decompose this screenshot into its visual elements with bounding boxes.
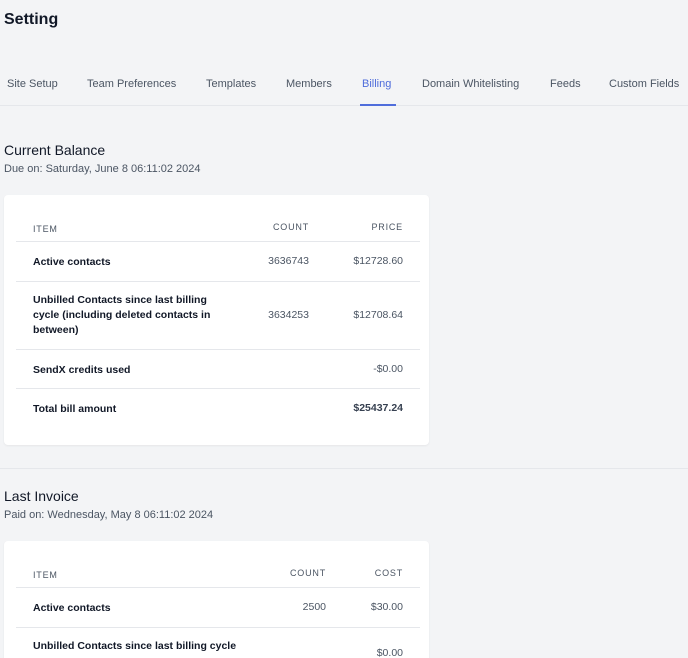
column-header-item: ITEM xyxy=(33,224,58,234)
column-header-count: COUNT xyxy=(273,222,309,232)
table-row: SendX credits used -$0.00 xyxy=(16,350,420,389)
last-invoice-title: Last Invoice xyxy=(4,488,79,504)
total-label: Total bill amount xyxy=(33,403,117,415)
page-title: Setting xyxy=(4,11,59,28)
item-price: $12708.64 xyxy=(353,309,403,321)
table-header-row: ITEM COUNT PRICE xyxy=(16,195,420,242)
item-cost: $30.00 xyxy=(370,601,403,613)
last-invoice-card: ITEM COUNT COST Active contacts 2500 $30… xyxy=(4,541,429,658)
item-count: 3636743 xyxy=(268,255,309,267)
item-name: Active contacts xyxy=(33,602,111,614)
table-header-row: ITEM COUNT COST xyxy=(16,541,420,588)
tab-custom-fields[interactable]: Custom Fields xyxy=(609,78,679,90)
last-invoice-paid-date: Paid on: Wednesday, May 8 06:11:02 2024 xyxy=(4,509,214,521)
column-header-item: ITEM xyxy=(33,570,58,580)
item-count: 3634253 xyxy=(268,309,309,321)
table-row: Unbilled Contacts since last billing cyc… xyxy=(16,628,420,658)
settings-tabs: Site Setup Team Preferences Templates Me… xyxy=(0,66,688,106)
active-tab-indicator xyxy=(360,104,396,106)
total-row: Total bill amount $25437.24 xyxy=(16,389,420,429)
current-balance-title: Current Balance xyxy=(4,142,106,158)
column-header-count: COUNT xyxy=(290,568,326,578)
tab-members[interactable]: Members xyxy=(286,78,332,90)
tab-billing[interactable]: Billing xyxy=(362,78,391,90)
column-header-cost: COST xyxy=(374,568,403,578)
tab-team-preferences[interactable]: Team Preferences xyxy=(87,78,176,90)
current-balance-card: ITEM COUNT PRICE Active contacts 3636743… xyxy=(4,195,429,445)
table-row: Active contacts 2500 $30.00 xyxy=(16,588,420,628)
tab-templates[interactable]: Templates xyxy=(206,78,256,90)
item-name: Active contacts xyxy=(33,256,111,268)
tab-feeds[interactable]: Feeds xyxy=(550,78,581,90)
tab-site-setup[interactable]: Site Setup xyxy=(7,78,58,90)
item-name: Unbilled Contacts since last billing cyc… xyxy=(33,294,211,336)
total-amount: $25437.24 xyxy=(353,402,403,414)
table-row: Unbilled Contacts since last billing cyc… xyxy=(16,282,420,350)
column-header-price: PRICE xyxy=(371,222,403,232)
item-count: 2500 xyxy=(302,601,326,613)
item-cost: $0.00 xyxy=(376,647,403,658)
item-price: -$0.00 xyxy=(373,363,403,375)
item-name: SendX credits used xyxy=(33,364,131,376)
item-name: Unbilled Contacts since last billing cyc… xyxy=(33,640,237,652)
tab-domain-whitelisting[interactable]: Domain Whitelisting xyxy=(422,78,519,90)
section-divider xyxy=(0,468,688,469)
table-row: Active contacts 3636743 $12728.60 xyxy=(16,242,420,282)
item-price: $12728.60 xyxy=(353,255,403,267)
current-balance-due-date: Due on: Saturday, June 8 06:11:02 2024 xyxy=(4,163,201,175)
